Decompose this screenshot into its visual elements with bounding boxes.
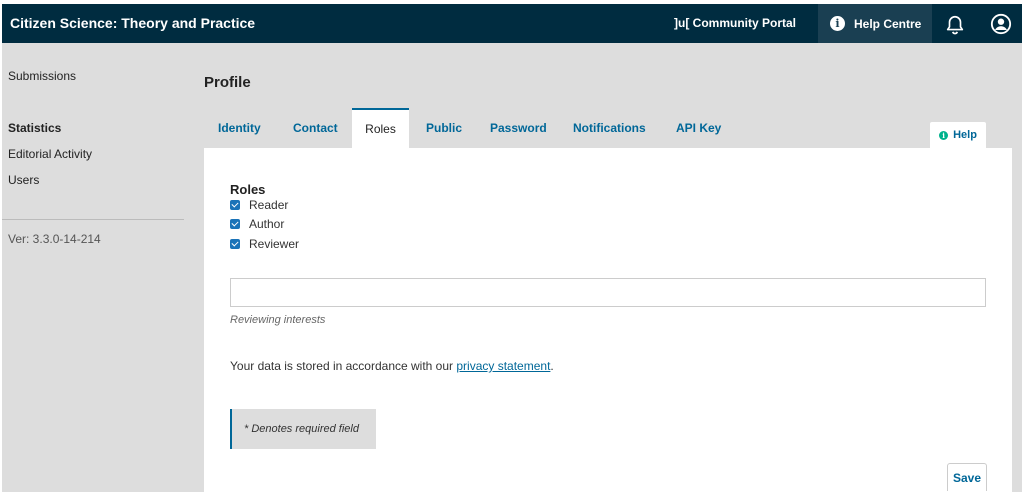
profile-tabs: Identity Contact Roles Public Password N… (204, 108, 1014, 148)
role-label: Reviewer (249, 237, 300, 251)
help-centre-button[interactable]: i Help Centre (818, 4, 932, 43)
roles-panel: Roles Reader Author Reviewer Reviewing i… (204, 148, 1012, 492)
sidebar-divider (2, 219, 184, 220)
sidebar-item-editorial-activity[interactable]: Editorial Activity (8, 147, 92, 161)
tab-roles[interactable]: Roles (352, 108, 409, 148)
user-account-icon[interactable] (990, 13, 1012, 35)
help-label: Help (953, 129, 977, 141)
sidebar-item-users[interactable]: Users (8, 173, 39, 187)
reviewing-interests-label: Reviewing interests (230, 314, 326, 326)
tab-notifications[interactable]: Notifications (573, 108, 646, 148)
save-button[interactable]: Save (947, 463, 987, 491)
privacy-end: . (550, 359, 554, 373)
sidebar-item-submissions[interactable]: Submissions (8, 69, 76, 83)
role-reader-checkbox[interactable]: Reader (230, 198, 288, 212)
privacy-statement-link[interactable]: privacy statement (456, 359, 550, 373)
info-icon: i (830, 16, 845, 31)
app-frame: Citizen Science: Theory and Practice ]u[… (2, 4, 1022, 492)
checkbox-checked-icon[interactable] (230, 200, 240, 210)
tab-identity[interactable]: Identity (218, 108, 261, 148)
page-title: Profile (204, 74, 251, 91)
help-button[interactable]: i Help (930, 122, 986, 148)
sidebar-item-statistics: Statistics (8, 121, 62, 135)
checkbox-checked-icon[interactable] (230, 219, 240, 229)
site-title[interactable]: Citizen Science: Theory and Practice (10, 4, 255, 43)
community-portal-link[interactable]: ]u[ Community Portal (674, 4, 796, 43)
privacy-notice: Your data is stored in accordance with o… (230, 359, 554, 373)
sidebar: Submissions Statistics Editorial Activit… (2, 43, 198, 492)
tab-public[interactable]: Public (426, 108, 462, 148)
version-label: Ver: 3.3.0-14-214 (8, 232, 101, 246)
tab-password[interactable]: Password (490, 108, 547, 148)
role-label: Author (249, 217, 285, 231)
tab-contact[interactable]: Contact (293, 108, 338, 148)
checkbox-checked-icon[interactable] (230, 239, 240, 249)
info-icon: i (939, 130, 949, 140)
top-bar: Citizen Science: Theory and Practice ]u[… (2, 4, 1022, 43)
role-author-checkbox[interactable]: Author (230, 217, 284, 231)
bell-icon[interactable] (944, 14, 966, 36)
reviewing-interests-input[interactable] (230, 278, 986, 307)
required-field-note: * Denotes required field (230, 409, 376, 449)
help-centre-label: Help Centre (854, 16, 922, 31)
tab-api-key[interactable]: API Key (676, 108, 721, 148)
privacy-text: Your data is stored in accordance with o… (230, 359, 457, 373)
role-label: Reader (249, 198, 289, 212)
role-reviewer-checkbox[interactable]: Reviewer (230, 237, 299, 251)
roles-heading: Roles (230, 182, 266, 197)
